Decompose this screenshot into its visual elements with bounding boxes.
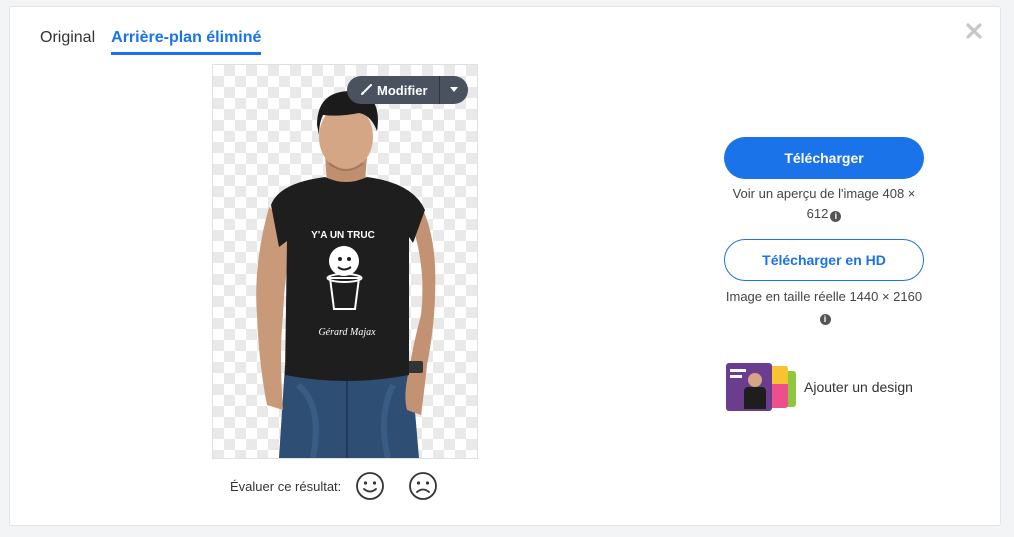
shirt-signature: Gérard Majax (318, 327, 376, 338)
add-design-button[interactable]: Ajouter un design (724, 363, 913, 411)
info-icon[interactable]: i (830, 211, 842, 222)
result-panel: Original Arrière-plan éliminé Y'A UN TRU… (9, 6, 1001, 526)
smile-face-icon[interactable] (355, 471, 385, 501)
download-button[interactable]: Télécharger (724, 137, 924, 179)
download-hd-button[interactable]: Télécharger en HD (724, 239, 924, 281)
frown-face-icon[interactable] (408, 471, 438, 501)
close-icon[interactable] (964, 21, 984, 41)
add-design-label: Ajouter un design (804, 379, 913, 395)
hd-size-note: Image en taille réelle 1440 × 2160 i (724, 287, 924, 327)
preview-size-text: Voir un aperçu de l'image 408 × 612 (732, 186, 916, 221)
person-cutout: Y'A UN TRUC Gérard Majax (256, 91, 436, 458)
modify-label: Modifier (377, 82, 428, 98)
modify-button[interactable]: Modifier (347, 83, 439, 98)
hd-size-text: Image en taille réelle 1440 × 2160 (725, 289, 923, 304)
tab-original[interactable]: Original (40, 29, 95, 55)
rating-label: Évaluer ce résultat: (230, 478, 342, 494)
preview-size-note: Voir un aperçu de l'image 408 × 612 i (724, 184, 924, 224)
view-tabs: Original Arrière-plan éliminé (40, 29, 262, 55)
tab-background-removed[interactable]: Arrière-plan éliminé (111, 29, 262, 55)
caret-down-icon (450, 87, 458, 92)
modify-dropdown-toggle[interactable] (440, 87, 468, 93)
design-thumbnails-icon (724, 363, 798, 411)
shirt-print-text: Y'A UN TRUC (311, 230, 375, 241)
modify-split-button: Modifier (347, 76, 468, 104)
brush-icon (361, 84, 372, 95)
result-image: Y'A UN TRUC Gérard Majax Modifier (212, 64, 478, 459)
info-icon[interactable]: i (819, 314, 831, 325)
rating-row: Évaluer ce résultat: (230, 471, 461, 501)
